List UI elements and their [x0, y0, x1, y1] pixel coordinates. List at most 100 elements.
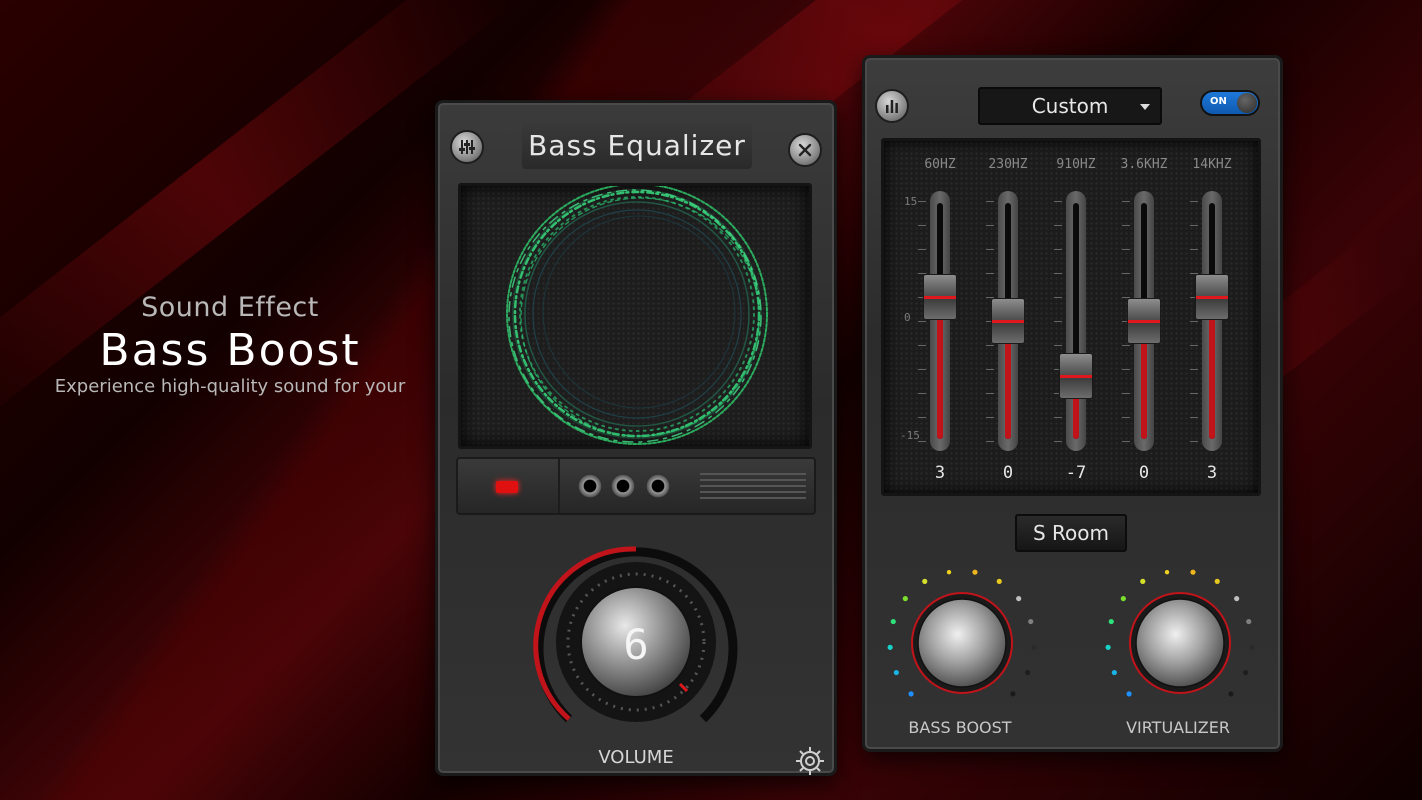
equalizer-bars-icon[interactable]: [875, 89, 909, 123]
band-slider-thumb[interactable]: [1059, 353, 1093, 400]
tick-mark: [1122, 273, 1130, 274]
band-slider-thumb[interactable]: [923, 274, 957, 321]
preset-value: Custom: [1031, 94, 1109, 118]
knob-scale-dot: [1111, 669, 1117, 676]
knob-scale-dot: [922, 578, 928, 584]
knob-scale-dot: [1228, 691, 1234, 697]
knob-scale-dot: [1214, 578, 1220, 584]
tick-mark: [1190, 417, 1198, 418]
knob-scale-dot: [1164, 569, 1170, 575]
band-value: 3: [1206, 463, 1218, 483]
tick-mark: [1122, 225, 1130, 226]
tick-mark: [1054, 225, 1062, 226]
knob-scale-dot: [1246, 618, 1252, 625]
tick-mark: [918, 441, 926, 442]
vent-line: [700, 479, 806, 481]
band-slider-thumb[interactable]: [1195, 274, 1229, 321]
knob-scale-dot: [1016, 595, 1022, 602]
toggle-thumb: [1237, 93, 1257, 113]
tick-mark: [1122, 417, 1130, 418]
audio-jack-icon: [611, 474, 635, 498]
panel-header: Bass Equalizer: [444, 111, 828, 171]
virtualizer-label: VIRTUALIZER: [1126, 718, 1230, 737]
promo-subtitle: Sound Effect: [141, 292, 319, 323]
tick-mark: [1054, 297, 1062, 298]
knob-scale-dot: [1028, 618, 1034, 625]
knob-scale-dot: [1025, 669, 1031, 676]
tick-mark: [1122, 249, 1130, 250]
bass-boost-label: BASS BOOST: [908, 718, 1012, 737]
sound-visualizer: [506, 183, 768, 445]
tick-mark: [1122, 201, 1130, 202]
tick-mark: [1190, 345, 1198, 346]
slider-ticks: [918, 201, 926, 442]
slider-ticks: [1190, 201, 1198, 442]
tick-mark: [986, 345, 994, 346]
virtualizer-knob[interactable]: [1101, 561, 1259, 719]
tick-mark: [1122, 345, 1130, 346]
band-freq-label: 910HZ: [1056, 157, 1096, 172]
tick-mark: [1054, 201, 1062, 202]
vent-line: [700, 491, 806, 493]
knob-scale-dot: [1031, 644, 1037, 650]
equalizer-panel: Custom ON 15 0 -15 60HZ 3 230HZ 0 910HZ -7 3.6…: [862, 55, 1283, 752]
band-freq-label: 230HZ: [988, 157, 1028, 172]
tick-mark: [986, 441, 994, 442]
tick-mark: [1054, 249, 1062, 250]
knob-scale-dot: [946, 569, 952, 575]
knob-scale-dot: [1126, 691, 1132, 697]
knob-scale-dot: [890, 618, 896, 625]
tick-mark: [986, 417, 994, 418]
band-value: -7: [1065, 463, 1087, 483]
slider-ticks: [1054, 201, 1062, 442]
tick-mark: [918, 321, 926, 322]
vent-line: [700, 473, 806, 475]
knob-scale-dot: [893, 669, 899, 676]
tick-mark: [986, 201, 994, 202]
knob-scale-dot: [1105, 644, 1111, 650]
vent-line: [700, 485, 806, 487]
tick-mark: [1122, 369, 1130, 370]
close-icon[interactable]: [788, 133, 822, 167]
bass-boost-knob[interactable]: [883, 561, 1041, 719]
tick-mark: [1190, 201, 1198, 202]
sliders-icon[interactable]: [450, 130, 484, 164]
tick-mark: [918, 369, 926, 370]
tick-mark: [986, 273, 994, 274]
panel-title: Bass Equalizer: [522, 121, 752, 169]
band-slider-track[interactable]: [1066, 191, 1086, 451]
tick-mark: [918, 345, 926, 346]
tick-mark: [918, 225, 926, 226]
knob-scale-dot: [902, 595, 908, 602]
tick-mark: [1190, 393, 1198, 394]
volume-knob[interactable]: 6: [529, 539, 743, 753]
band-value: 0: [1002, 463, 1014, 483]
tick-mark: [986, 249, 994, 250]
knob-scale-dot: [887, 644, 893, 650]
toggle-label: ON: [1210, 96, 1227, 107]
preset-select[interactable]: Custom: [978, 87, 1162, 125]
control-strip: [456, 457, 816, 515]
knob-scale-dot: [1108, 618, 1114, 625]
eq-screen: 15 0 -15 60HZ 3 230HZ 0 910HZ -7 3.6KHZ 0 14KHZ 3: [881, 138, 1261, 496]
tick-mark: [1054, 321, 1062, 322]
settings-icon[interactable]: [794, 745, 826, 777]
visualizer-screen: [458, 183, 812, 449]
knob-scale-dot: [1243, 669, 1249, 676]
tick-mark: [1190, 225, 1198, 226]
band-slider-track[interactable]: [930, 191, 950, 451]
band-value: 0: [1138, 463, 1150, 483]
band-slider-thumb[interactable]: [991, 298, 1025, 344]
promo-text: Sound Effect Bass Boost Experience high-…: [40, 292, 420, 397]
knob-scale-dot: [1010, 691, 1016, 697]
power-toggle[interactable]: ON: [1200, 90, 1260, 116]
audio-jack-icon: [646, 474, 670, 498]
band-slider-thumb[interactable]: [1127, 298, 1161, 344]
reverb-preset-button[interactable]: S Room: [1015, 514, 1127, 552]
band-freq-label: 3.6KHZ: [1120, 157, 1168, 172]
promo-title: Bass Boost: [99, 325, 361, 376]
thumb-marker: [992, 320, 1024, 323]
audio-jack-icon: [578, 474, 602, 498]
tick-mark: [1190, 321, 1198, 322]
band-slider-track[interactable]: [1202, 191, 1222, 451]
